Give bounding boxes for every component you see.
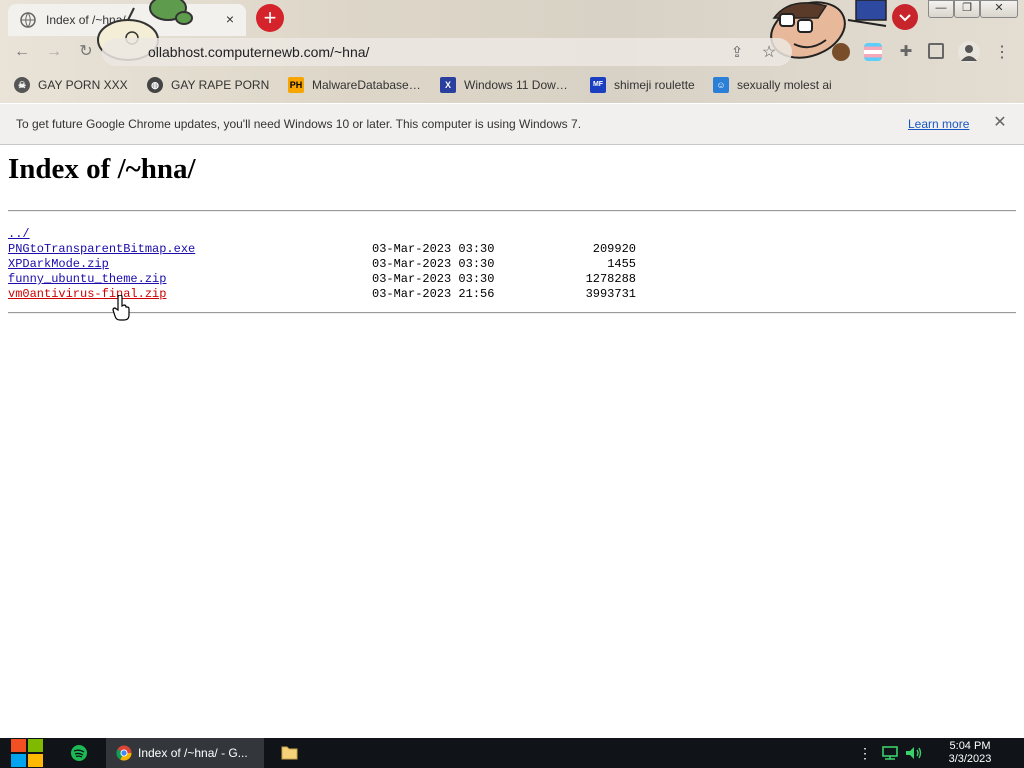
divider <box>8 312 1016 314</box>
page-title: Index of /~hna/ <box>8 153 196 185</box>
profile-avatar-icon[interactable] <box>958 41 980 63</box>
learn-more-link[interactable]: Learn more <box>908 117 969 131</box>
infobar-message: To get future Google Chrome updates, you… <box>16 117 582 131</box>
file-size: 209920 <box>592 242 636 256</box>
tray-overflow-icon[interactable]: ⋮ <box>858 744 872 762</box>
bookmark-star-icon[interactable]: ☆ <box>758 42 780 64</box>
bookmark-item[interactable]: ☺ sexually molest ai <box>713 76 832 94</box>
update-infobar: To get future Google Chrome updates, you… <box>0 104 1024 145</box>
table-row: funny_ubuntu_theme.zip 03-Mar-2023 03:30… <box>8 272 648 287</box>
bookmark-label: GAY RAPE PORN <box>171 78 270 92</box>
extension-flag-icon[interactable] <box>864 43 882 61</box>
mft-icon: MF <box>590 77 606 93</box>
bookmark-label: GAY PORN XXX <box>38 78 128 92</box>
network-icon[interactable] <box>880 745 900 761</box>
clock-time: 5:04 PM <box>949 740 991 752</box>
file-date: 03-Mar-2023 03:30 <box>372 257 495 271</box>
volume-icon[interactable] <box>904 745 924 761</box>
x-icon: X <box>440 77 456 93</box>
file-date: 03-Mar-2023 03:30 <box>372 272 495 286</box>
bookmark-label: shimeji roulette <box>614 78 695 92</box>
bookmarks-bar: ☠ GAY PORN XXX ◍ GAY RAPE PORN PH Malwar… <box>0 70 1024 100</box>
ph-icon: PH <box>288 77 304 93</box>
back-arrow-icon[interactable]: ← <box>10 40 34 64</box>
taskbar-window-title: Index of /~hna/ - G... <box>138 746 248 760</box>
file-listing: ../ PNGtoTransparentBitmap.exe 03-Mar-20… <box>8 227 648 302</box>
tab-close-button[interactable]: × <box>222 11 238 27</box>
spotify-taskbar-icon[interactable] <box>66 742 92 764</box>
hand-cursor-icon <box>112 295 130 321</box>
page-content: Index of /~hna/ ../ PNGtoTransparentBitm… <box>0 145 1024 737</box>
globe-icon: ◍ <box>147 77 163 93</box>
kebab-menu-icon[interactable]: ⋮ <box>994 42 1010 64</box>
browser-frame: Index of /~hna/ × + — ❐ ✕ ← → ↻ ollabhos… <box>0 0 1024 103</box>
chrome-taskbar-button[interactable]: Index of /~hna/ - G... <box>106 738 264 768</box>
file-link[interactable]: funny_ubuntu_theme.zip <box>8 272 166 287</box>
table-row: ../ <box>8 227 648 242</box>
share-icon[interactable]: ⇪ <box>726 42 748 64</box>
file-link[interactable]: PNGtoTransparentBitmap.exe <box>8 242 195 257</box>
bookmark-label: sexually molest ai <box>737 78 832 92</box>
address-bar[interactable]: ollabhost.computernewb.com/~hna/ <box>102 38 792 66</box>
windows-start-icon[interactable] <box>8 738 46 768</box>
reload-icon[interactable]: ↻ <box>74 40 98 64</box>
extension-avatar-icon[interactable] <box>832 43 850 61</box>
table-row: PNGtoTransparentBitmap.exe 03-Mar-2023 0… <box>8 242 648 257</box>
tab-search-button[interactable] <box>892 4 918 30</box>
taskbar: Index of /~hna/ - G... ⋮ 5:04 PM 3/3/202… <box>0 738 1024 768</box>
bookmark-item[interactable]: PH MalwareDatabase… <box>288 76 421 94</box>
divider <box>8 210 1016 212</box>
side-panel-icon[interactable] <box>928 43 944 59</box>
file-size: 1278288 <box>585 272 636 286</box>
parent-directory-link[interactable]: ../ <box>8 227 30 242</box>
bot-icon: ☺ <box>713 77 729 93</box>
folder-taskbar-icon[interactable] <box>276 742 302 764</box>
bookmark-label: Windows 11 Dow… <box>464 78 568 92</box>
file-size: 1455 <box>607 257 636 271</box>
new-tab-button[interactable]: + <box>256 4 284 32</box>
bookmark-item[interactable]: X Windows 11 Dow… <box>440 76 568 94</box>
chevron-down-icon <box>899 14 911 22</box>
file-date: 03-Mar-2023 03:30 <box>372 242 495 256</box>
table-row: XPDarkMode.zip 03-Mar-2023 03:30 1455 <box>8 257 648 272</box>
chrome-icon <box>116 745 132 761</box>
puzzle-extensions-icon[interactable]: ✚ <box>896 42 916 62</box>
bookmark-label: MalwareDatabase… <box>312 78 421 92</box>
forward-arrow-icon[interactable]: → <box>42 40 66 64</box>
bookmark-item[interactable]: MF shimeji roulette <box>590 76 695 94</box>
system-clock[interactable]: 5:04 PM 3/3/2023 <box>938 740 1002 766</box>
file-link[interactable]: XPDarkMode.zip <box>8 257 109 272</box>
window-maximize-button[interactable]: ❐ <box>954 0 980 18</box>
file-size: 3993731 <box>585 287 636 301</box>
clock-date: 3/3/2023 <box>948 753 992 765</box>
url-text[interactable]: ollabhost.computernewb.com/~hna/ <box>148 44 369 60</box>
file-link-hovered[interactable]: vm0antivirus-final.zip <box>8 287 166 302</box>
window-close-button[interactable]: ✕ <box>980 0 1018 18</box>
person-icon <box>961 45 977 61</box>
file-date: 03-Mar-2023 21:56 <box>372 287 495 301</box>
skull-icon: ☠ <box>14 77 30 93</box>
infobar-close-icon[interactable]: ✕ <box>990 113 1010 133</box>
bookmark-item[interactable]: ◍ GAY RAPE PORN <box>147 76 269 94</box>
window-minimize-button[interactable]: — <box>928 0 954 18</box>
table-row: vm0antivirus-final.zip 03-Mar-2023 21:56… <box>8 287 648 302</box>
globe-icon <box>20 12 36 28</box>
bookmark-item[interactable]: ☠ GAY PORN XXX <box>14 76 128 94</box>
